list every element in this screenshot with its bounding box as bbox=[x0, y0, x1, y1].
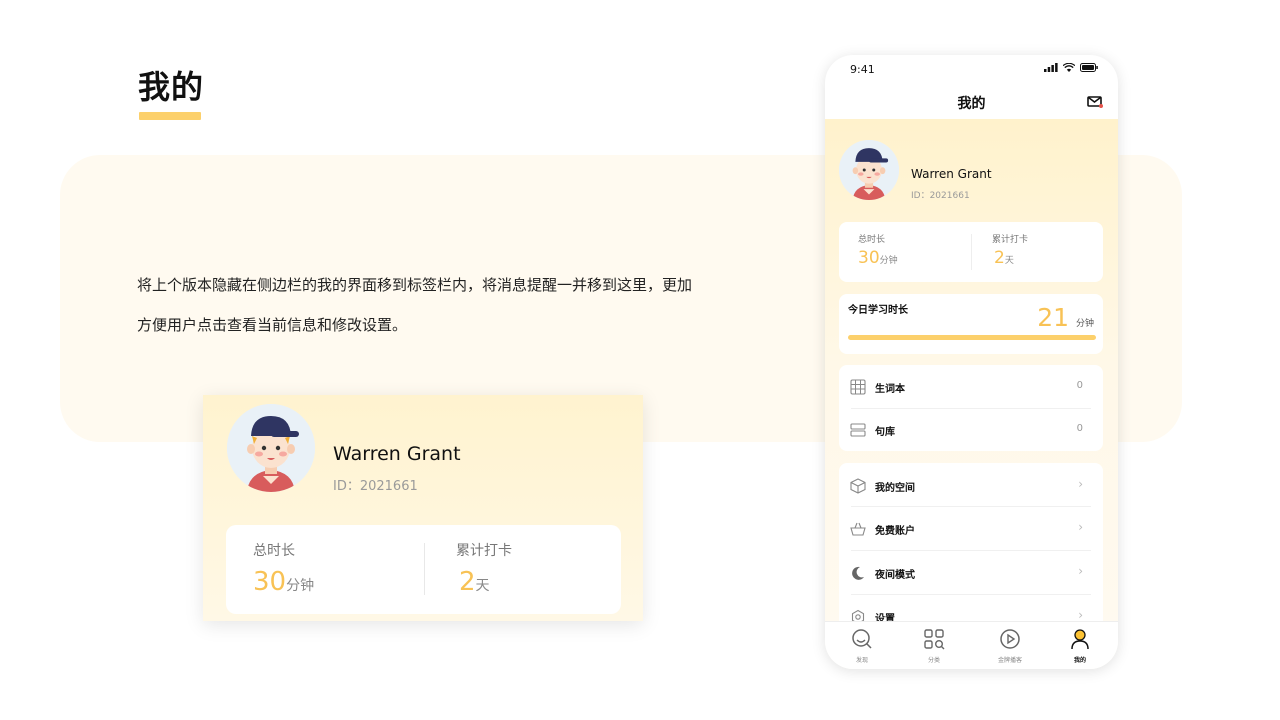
profile-name: Warren Grant bbox=[333, 443, 461, 465]
tab-discover[interactable]: 发现 bbox=[837, 628, 887, 664]
title-underline bbox=[139, 112, 201, 120]
moon-icon bbox=[852, 566, 864, 580]
progress-fill bbox=[848, 335, 1096, 340]
profile-name: Warren Grant bbox=[911, 167, 992, 181]
tab-label: 发现 bbox=[855, 657, 868, 664]
tab-category[interactable]: 分类 bbox=[909, 628, 959, 664]
slide-title: 我的 bbox=[138, 68, 205, 106]
slide-description: 将上个版本隐藏在侧边栏的我的界面移到标签栏内，将消息提醒一并移到这里，更加 方便… bbox=[137, 265, 747, 345]
divider bbox=[424, 543, 425, 595]
basket-icon bbox=[850, 522, 866, 536]
stats-card: 总时长 30分钟 累计打卡 2天 bbox=[839, 222, 1103, 282]
stats-card: 总时长 30分钟 累计打卡 2天 bbox=[226, 525, 621, 614]
chevron-right-icon: › bbox=[1078, 564, 1083, 578]
stat-value: 2 bbox=[459, 567, 476, 597]
stat-label: 总时长 bbox=[253, 543, 295, 559]
list-item-label: 生词本 bbox=[875, 384, 905, 395]
phone-mockup: 9:41 我的 Warren Grant ID：2021661 总时长 30分钟… bbox=[825, 55, 1118, 669]
menu-item-label: 夜间模式 bbox=[875, 570, 915, 581]
today-study-card[interactable]: 今日学习时长 21 分钟 bbox=[839, 294, 1103, 354]
nav-title: 我的 bbox=[957, 96, 986, 112]
list-item-vocabulary[interactable]: 生词本 0 bbox=[839, 365, 1103, 408]
description-line-2: 方便用户点击查看当前信息和修改设置。 bbox=[137, 316, 408, 334]
menu-item-night-mode[interactable]: 夜间模式 › bbox=[839, 551, 1103, 594]
avatar bbox=[227, 404, 315, 492]
chevron-right-icon: › bbox=[1078, 477, 1083, 491]
list-item-label: 句库 bbox=[875, 427, 895, 438]
tab-label: 金牌播客 bbox=[997, 657, 1022, 664]
tab-podcast[interactable]: 金牌播客 bbox=[985, 628, 1035, 664]
status-icons bbox=[1044, 63, 1098, 72]
today-value: 21 bbox=[1037, 303, 1069, 332]
signal-icon bbox=[1044, 63, 1058, 72]
profile-id: ID：2021661 bbox=[333, 479, 418, 494]
discover-icon bbox=[852, 629, 872, 649]
stat-unit: 分钟 bbox=[286, 578, 315, 594]
stat-value: 30 bbox=[253, 567, 287, 597]
mail-icon[interactable] bbox=[1087, 95, 1103, 109]
menu-item-label: 免费账户 bbox=[875, 526, 915, 537]
today-label: 今日学习时长 bbox=[848, 305, 908, 316]
sentence-library-icon bbox=[850, 423, 866, 437]
menu-item-free-account[interactable]: 免费账户 › bbox=[839, 507, 1103, 550]
status-time: 9:41 bbox=[850, 63, 875, 76]
calendar-grid-icon bbox=[850, 379, 866, 395]
stat-unit: 天 bbox=[475, 578, 490, 594]
divider bbox=[971, 234, 972, 270]
stat-value: 30 bbox=[858, 248, 880, 268]
progress-bar bbox=[848, 335, 1096, 340]
cube-icon bbox=[850, 478, 866, 494]
battery-icon bbox=[1080, 63, 1098, 72]
tab-label: 我的 bbox=[1073, 657, 1086, 664]
chevron-right-icon: › bbox=[1078, 608, 1083, 622]
stat-unit: 天 bbox=[1004, 256, 1014, 266]
stat-label: 累计打卡 bbox=[992, 235, 1029, 245]
list-item-sentences[interactable]: 句库 0 bbox=[839, 408, 1103, 451]
vocab-list-card: 生词本 0 句库 0 bbox=[839, 365, 1103, 451]
play-icon bbox=[1000, 629, 1020, 649]
avatar[interactable] bbox=[839, 140, 899, 200]
menu-card: 我的空间 › 免费账户 › 夜间模式 › 设置 › bbox=[839, 463, 1103, 633]
today-unit: 分钟 bbox=[1075, 319, 1094, 329]
list-item-count: 0 bbox=[1076, 423, 1083, 434]
zoomed-profile-card: Warren Grant ID：2021661 总时长 30分钟 累计打卡 2天 bbox=[203, 395, 643, 621]
description-line-1: 将上个版本隐藏在侧边栏的我的界面移到标签栏内，将消息提醒一并移到这里，更加 bbox=[137, 276, 693, 294]
stat-label: 累计打卡 bbox=[456, 543, 512, 559]
menu-item-label: 我的空间 bbox=[875, 483, 915, 494]
stat-unit: 分钟 bbox=[879, 256, 898, 266]
tab-bar: 发现 分类 金牌播客 我的 bbox=[825, 621, 1118, 669]
category-icon bbox=[924, 629, 945, 650]
chevron-right-icon: › bbox=[1078, 520, 1083, 534]
wifi-icon bbox=[1063, 63, 1075, 72]
list-item-count: 0 bbox=[1076, 380, 1083, 391]
profile-id: ID：2021661 bbox=[911, 191, 970, 201]
stat-label: 总时长 bbox=[858, 235, 886, 245]
stat-value: 2 bbox=[994, 248, 1005, 268]
tab-label: 分类 bbox=[927, 657, 940, 664]
tab-me[interactable]: 我的 bbox=[1055, 628, 1105, 664]
profile-icon bbox=[1071, 629, 1089, 650]
menu-item-my-space[interactable]: 我的空间 › bbox=[839, 464, 1103, 507]
